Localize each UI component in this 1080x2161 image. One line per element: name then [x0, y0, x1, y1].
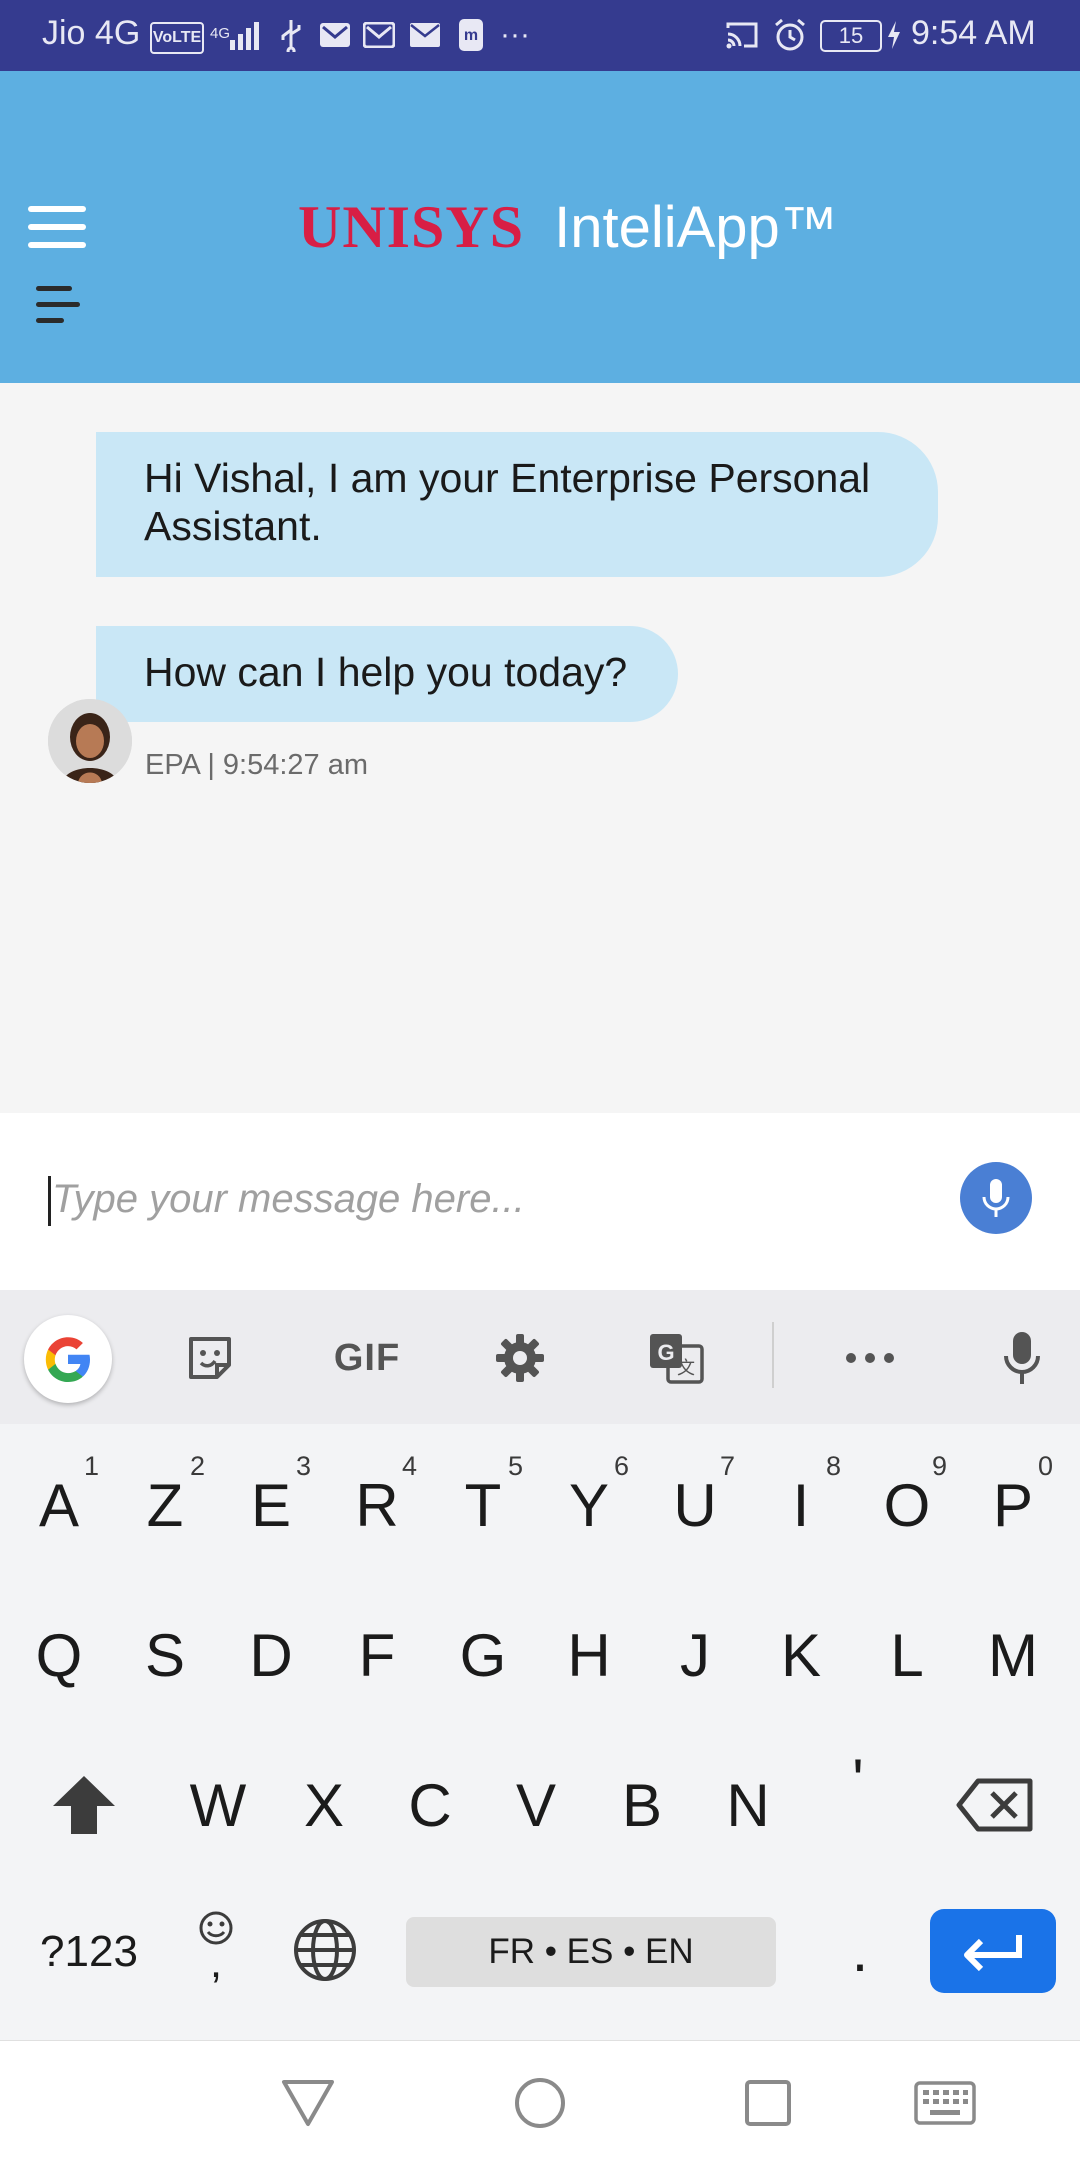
signal-icon: [226, 16, 266, 54]
app-header: UNISYS InteliApp™: [0, 71, 1080, 383]
key-g[interactable]: G: [433, 1595, 533, 1715]
period-key[interactable]: .: [810, 1890, 910, 2010]
svg-text:文: 文: [677, 1358, 695, 1378]
backspace-key[interactable]: [940, 1745, 1050, 1865]
charging-icon: [884, 16, 904, 54]
toolbar-divider: [772, 1322, 774, 1388]
space-key[interactable]: FR • ES • EN: [406, 1917, 776, 1987]
key-a[interactable]: A1: [9, 1445, 109, 1565]
key-c[interactable]: C: [380, 1745, 480, 1865]
sticker-icon[interactable]: [170, 1320, 250, 1396]
keyboard-icon[interactable]: [912, 2075, 978, 2131]
svg-text:G: G: [657, 1340, 674, 1365]
battery-icon: 15: [820, 20, 882, 52]
key-apostrophe[interactable]: ': [808, 1720, 908, 1840]
unisys-logo: UNISYS: [298, 194, 525, 260]
volte-badge: VoLTE: [150, 22, 204, 54]
shift-icon: [53, 1776, 115, 1834]
translate-icon[interactable]: G文: [636, 1320, 716, 1396]
key-o[interactable]: O9: [857, 1445, 957, 1565]
key-k[interactable]: K: [751, 1595, 851, 1715]
key-z[interactable]: Z2: [115, 1445, 215, 1565]
key-q[interactable]: Q: [9, 1595, 109, 1715]
more-icon[interactable]: [830, 1320, 910, 1396]
message-bubble: Hi Vishal, I am your Enterprise Personal…: [96, 432, 938, 577]
globe-icon: [294, 1919, 356, 1981]
key-p[interactable]: P0: [963, 1445, 1063, 1565]
key-y[interactable]: Y6: [539, 1445, 639, 1565]
key-l[interactable]: L: [857, 1595, 957, 1715]
hamburger-menu-icon[interactable]: [28, 206, 88, 250]
google-icon[interactable]: [24, 1315, 112, 1403]
system-nav-bar: [0, 2040, 1080, 2161]
gmail-icon: [362, 16, 396, 54]
message-input-bar: [0, 1113, 1080, 1291]
key-r[interactable]: R4: [327, 1445, 427, 1565]
cast-icon: [722, 16, 762, 54]
mic-icon[interactable]: [982, 1320, 1062, 1396]
emoji-comma-key[interactable]: ,: [166, 1890, 266, 2010]
home-icon[interactable]: [510, 2075, 570, 2131]
voice-input-button[interactable]: [960, 1162, 1032, 1234]
backspace-icon: [956, 1778, 1033, 1832]
usb-icon: [276, 16, 306, 54]
enter-icon: [964, 1935, 1022, 1971]
carrier-label: Jio 4G: [42, 14, 141, 52]
key-b[interactable]: B: [592, 1745, 692, 1865]
shift-key[interactable]: [34, 1745, 134, 1865]
alarm-icon: [770, 16, 810, 54]
key-v[interactable]: V: [486, 1745, 586, 1865]
mail-icon: [408, 16, 442, 54]
key-d[interactable]: D: [221, 1595, 321, 1715]
back-icon[interactable]: [278, 2075, 338, 2131]
key-e[interactable]: E3: [221, 1445, 321, 1565]
more-notifications-icon: ···: [500, 18, 530, 51]
key-f[interactable]: F: [327, 1595, 427, 1715]
brand: UNISYS InteliApp™: [298, 193, 838, 262]
assistant-avatar: [48, 699, 132, 783]
key-j[interactable]: J: [645, 1595, 745, 1715]
keyboard-toolbar: GIF G文: [0, 1290, 1080, 1424]
chat-area: Hi Vishal, I am your Enterprise Personal…: [0, 383, 1080, 1113]
key-w[interactable]: W: [168, 1745, 268, 1865]
soft-keyboard: GIF G文 A1 Z2 E3 R4 T5 Y6 U7 I8 O9 P0 Q S…: [0, 1290, 1080, 2040]
app-icon: m: [456, 16, 486, 54]
key-i[interactable]: I8: [751, 1445, 851, 1565]
symbols-key[interactable]: ?123: [24, 1892, 154, 2012]
status-bar: Jio 4G VoLTE 4G m ··· 15 9:54 AM: [0, 0, 1080, 71]
gif-button[interactable]: GIF: [322, 1320, 412, 1396]
enter-key[interactable]: [930, 1909, 1056, 1993]
clock: 9:54 AM: [911, 14, 1036, 52]
key-m[interactable]: M: [963, 1595, 1063, 1715]
app-name: InteliApp™: [554, 195, 838, 260]
message-meta: EPA | 9:54:27 am: [145, 749, 369, 781]
message-input[interactable]: [50, 1168, 914, 1230]
language-key[interactable]: [275, 1890, 375, 2010]
key-t[interactable]: T5: [433, 1445, 533, 1565]
chat-options-icon[interactable]: [36, 286, 84, 330]
key-u[interactable]: U7: [645, 1445, 745, 1565]
recents-icon[interactable]: [738, 2075, 798, 2131]
key-n[interactable]: N: [698, 1745, 798, 1865]
key-s[interactable]: S: [115, 1595, 215, 1715]
microphone-icon: [982, 1179, 1010, 1217]
message-bubble: How can I help you today?: [96, 626, 678, 722]
svg-text:m: m: [464, 27, 478, 44]
settings-icon[interactable]: [480, 1320, 560, 1396]
key-x[interactable]: X: [274, 1745, 374, 1865]
key-h[interactable]: H: [539, 1595, 639, 1715]
gmail-icon: [318, 16, 352, 54]
